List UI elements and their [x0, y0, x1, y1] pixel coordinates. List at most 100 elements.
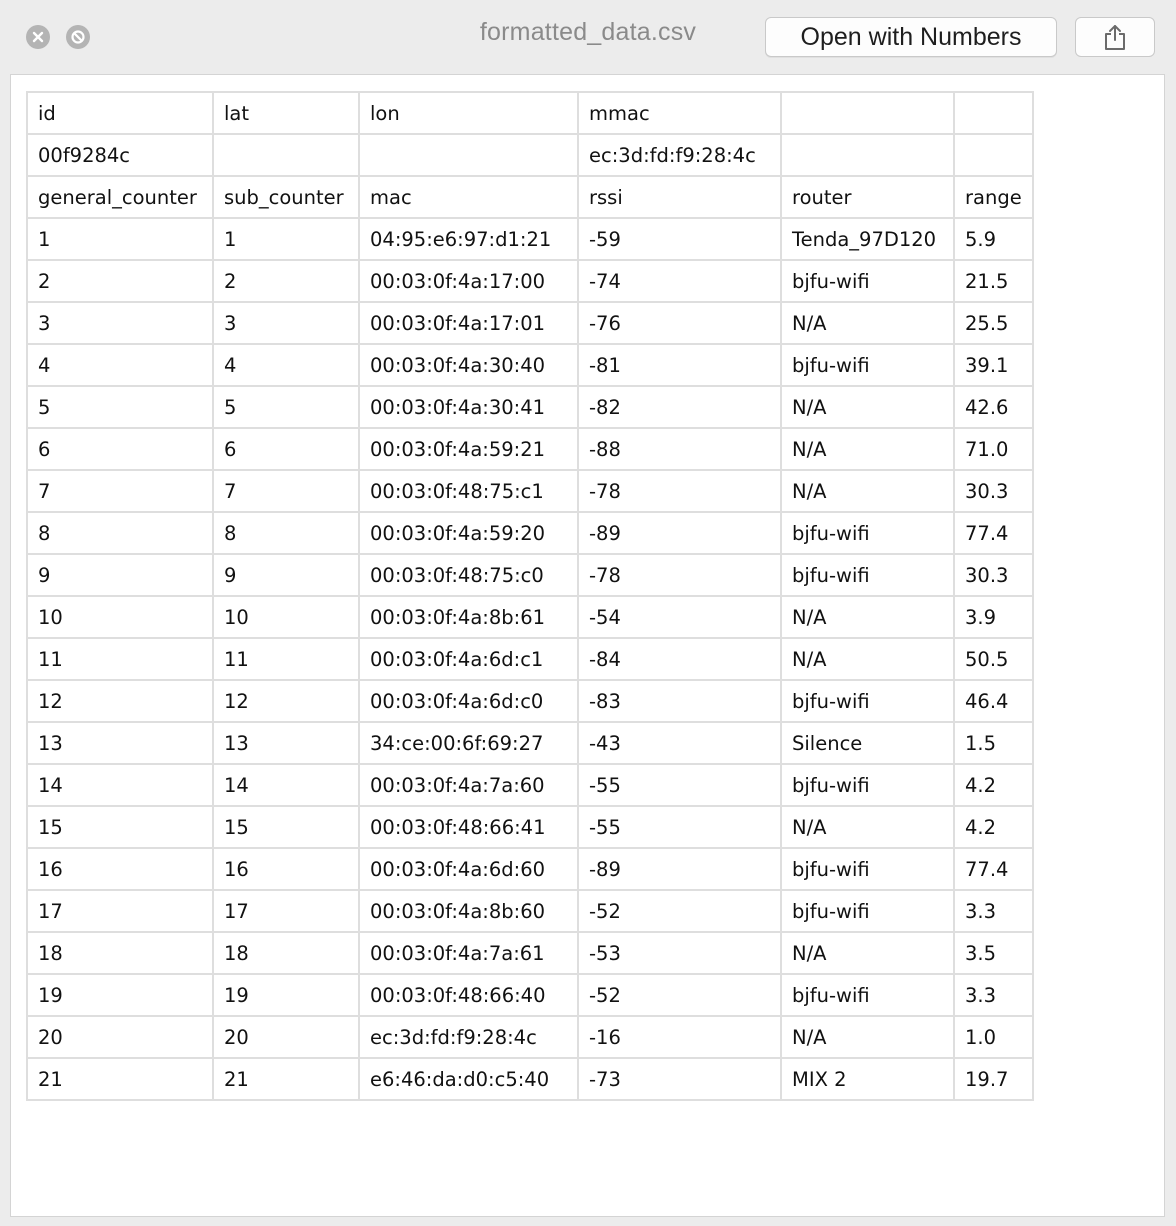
table-cell[interactable]: -52: [577, 973, 782, 1017]
table-cell[interactable]: 00:03:0f:4a:6d:60: [358, 847, 579, 891]
share-button[interactable]: [1075, 17, 1155, 57]
table-cell[interactable]: 19: [26, 973, 214, 1017]
table-cell[interactable]: -53: [577, 931, 782, 975]
table-cell[interactable]: 12: [212, 679, 360, 723]
table-cell[interactable]: 3.9: [953, 595, 1034, 639]
table-cell[interactable]: -89: [577, 511, 782, 555]
table-cell[interactable]: 04:95:e6:97:d1:21: [358, 217, 579, 261]
table-cell[interactable]: -89: [577, 847, 782, 891]
table-cell[interactable]: 4.2: [953, 763, 1034, 807]
table-cell[interactable]: 15: [212, 805, 360, 849]
table-cell[interactable]: bjfu-wifi: [780, 511, 955, 555]
table-cell[interactable]: -78: [577, 469, 782, 513]
table-cell[interactable]: 15: [26, 805, 214, 849]
table-cell[interactable]: 9: [26, 553, 214, 597]
table-cell[interactable]: 17: [26, 889, 214, 933]
table-cell[interactable]: [212, 133, 360, 177]
table-cell[interactable]: 18: [212, 931, 360, 975]
table-cell[interactable]: 00:03:0f:48:66:40: [358, 973, 579, 1017]
table-cell[interactable]: -16: [577, 1015, 782, 1059]
table-cell[interactable]: 2: [26, 259, 214, 303]
table-cell[interactable]: lat: [212, 91, 360, 135]
table-cell[interactable]: 14: [212, 763, 360, 807]
table-cell[interactable]: -84: [577, 637, 782, 681]
table-cell[interactable]: 4: [212, 343, 360, 387]
table-cell[interactable]: [780, 133, 955, 177]
table-cell[interactable]: MIX 2: [780, 1057, 955, 1101]
table-cell[interactable]: -54: [577, 595, 782, 639]
table-cell[interactable]: 5: [212, 385, 360, 429]
table-cell[interactable]: 13: [212, 721, 360, 765]
table-cell[interactable]: 00:03:0f:4a:17:01: [358, 301, 579, 345]
table-cell[interactable]: 20: [26, 1015, 214, 1059]
table-cell[interactable]: 00:03:0f:4a:59:20: [358, 511, 579, 555]
table-cell[interactable]: 5: [26, 385, 214, 429]
table-cell[interactable]: 2: [212, 259, 360, 303]
table-cell[interactable]: 00:03:0f:4a:17:00: [358, 259, 579, 303]
table-cell[interactable]: 30.3: [953, 553, 1034, 597]
table-cell[interactable]: bjfu-wifi: [780, 889, 955, 933]
table-cell[interactable]: 3.5: [953, 931, 1034, 975]
table-cell[interactable]: bjfu-wifi: [780, 847, 955, 891]
table-cell[interactable]: 1.5: [953, 721, 1034, 765]
table-cell[interactable]: 3: [26, 301, 214, 345]
table-cell[interactable]: 1.0: [953, 1015, 1034, 1059]
table-cell[interactable]: 3.3: [953, 889, 1034, 933]
table-cell[interactable]: 7: [212, 469, 360, 513]
table-cell[interactable]: 00:03:0f:4a:30:40: [358, 343, 579, 387]
table-cell[interactable]: -82: [577, 385, 782, 429]
table-cell[interactable]: mmac: [577, 91, 782, 135]
table-cell[interactable]: 4: [26, 343, 214, 387]
table-cell[interactable]: [953, 133, 1034, 177]
table-cell[interactable]: -83: [577, 679, 782, 723]
table-cell[interactable]: -43: [577, 721, 782, 765]
table-cell[interactable]: -76: [577, 301, 782, 345]
table-cell[interactable]: [780, 91, 955, 135]
table-cell[interactable]: ec:3d:fd:f9:28:4c: [577, 133, 782, 177]
table-cell[interactable]: bjfu-wifi: [780, 259, 955, 303]
table-cell[interactable]: 8: [26, 511, 214, 555]
table-cell[interactable]: N/A: [780, 805, 955, 849]
table-cell[interactable]: e6:46:da:d0:c5:40: [358, 1057, 579, 1101]
table-cell[interactable]: 6: [26, 427, 214, 471]
table-cell[interactable]: 00:03:0f:4a:7a:61: [358, 931, 579, 975]
table-cell[interactable]: 30.3: [953, 469, 1034, 513]
table-cell[interactable]: 42.6: [953, 385, 1034, 429]
table-cell[interactable]: 7: [26, 469, 214, 513]
close-icon[interactable]: [26, 25, 50, 49]
table-cell[interactable]: bjfu-wifi: [780, 679, 955, 723]
table-cell[interactable]: 19: [212, 973, 360, 1017]
table-cell[interactable]: 46.4: [953, 679, 1034, 723]
table-cell[interactable]: 00:03:0f:4a:6d:c0: [358, 679, 579, 723]
table-cell[interactable]: 11: [26, 637, 214, 681]
table-cell[interactable]: -74: [577, 259, 782, 303]
table-cell[interactable]: 00:03:0f:4a:8b:61: [358, 595, 579, 639]
table-cell[interactable]: 00:03:0f:4a:6d:c1: [358, 637, 579, 681]
table-cell[interactable]: bjfu-wifi: [780, 973, 955, 1017]
table-cell[interactable]: N/A: [780, 637, 955, 681]
table-cell[interactable]: 16: [212, 847, 360, 891]
table-cell[interactable]: bjfu-wifi: [780, 763, 955, 807]
table-cell[interactable]: -59: [577, 217, 782, 261]
table-cell[interactable]: N/A: [780, 385, 955, 429]
table-cell[interactable]: 12: [26, 679, 214, 723]
table-cell[interactable]: router: [780, 175, 955, 219]
table-cell[interactable]: [953, 91, 1034, 135]
table-cell[interactable]: -78: [577, 553, 782, 597]
table-cell[interactable]: 00f9284c: [26, 133, 214, 177]
table-cell[interactable]: 6: [212, 427, 360, 471]
table-cell[interactable]: 18: [26, 931, 214, 975]
minimize-icon[interactable]: [66, 25, 90, 49]
table-cell[interactable]: -88: [577, 427, 782, 471]
table-cell[interactable]: id: [26, 91, 214, 135]
table-cell[interactable]: 00:03:0f:48:75:c0: [358, 553, 579, 597]
table-cell[interactable]: 5.9: [953, 217, 1034, 261]
table-cell[interactable]: 17: [212, 889, 360, 933]
table-cell[interactable]: N/A: [780, 1015, 955, 1059]
table-cell[interactable]: bjfu-wifi: [780, 553, 955, 597]
table-cell[interactable]: 21.5: [953, 259, 1034, 303]
table-cell[interactable]: Silence: [780, 721, 955, 765]
table-cell[interactable]: 19.7: [953, 1057, 1034, 1101]
table-cell[interactable]: 39.1: [953, 343, 1034, 387]
table-cell[interactable]: N/A: [780, 931, 955, 975]
